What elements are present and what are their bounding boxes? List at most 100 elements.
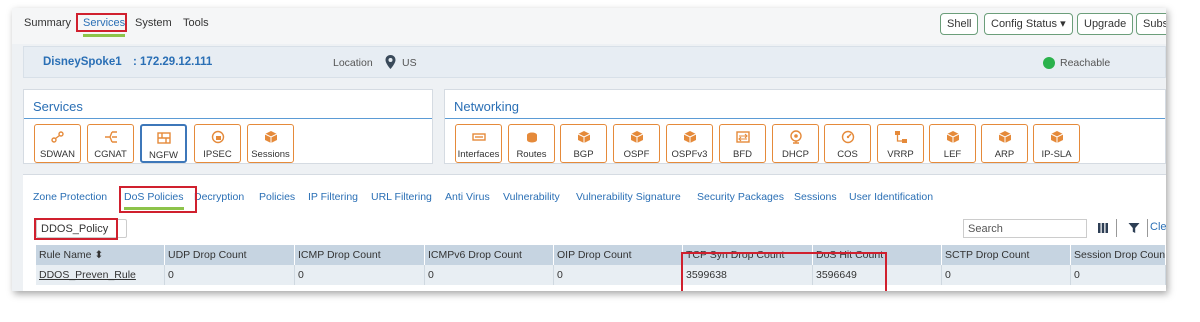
tile-label: SDWAN bbox=[39, 149, 75, 160]
cube-icon bbox=[264, 131, 277, 143]
rule-name-link[interactable]: DDOS_Preven_Rule bbox=[36, 265, 165, 285]
subtab-vulnerability-signature[interactable]: Vulnerability Signature bbox=[576, 191, 681, 203]
column-header-udp-drop-count[interactable]: UDP Drop Count bbox=[165, 245, 295, 265]
tile-label: OSPFv3 bbox=[671, 149, 708, 160]
tile-label: NGFW bbox=[148, 150, 179, 161]
search-input[interactable] bbox=[963, 219, 1087, 238]
router-icon bbox=[526, 132, 537, 143]
cube-icon bbox=[1050, 131, 1063, 143]
tile-lef[interactable]: LEF bbox=[929, 124, 976, 163]
column-header-oip-drop-count[interactable]: OIP Drop Count bbox=[554, 245, 683, 265]
subtab-user-identification[interactable]: User Identification bbox=[849, 191, 933, 203]
dhcp-icon bbox=[789, 130, 802, 144]
column-header-tcp-syn-drop-count[interactable]: TCP Syn Drop Count bbox=[683, 245, 813, 265]
panel-divider bbox=[24, 118, 432, 119]
cube-icon bbox=[998, 131, 1011, 143]
tile-label: BGP bbox=[573, 149, 594, 160]
cube-icon bbox=[946, 131, 959, 143]
subtab-sessions[interactable]: Sessions bbox=[794, 191, 837, 203]
subtab-dos-policies[interactable]: DoS Policies bbox=[124, 191, 184, 210]
tab-summary[interactable]: Summary bbox=[24, 17, 71, 29]
cube-icon bbox=[683, 131, 696, 143]
tile-label: ARP bbox=[994, 149, 1015, 160]
shell-button[interactable]: Shell bbox=[940, 13, 979, 35]
tile-cgnat[interactable]: CGNAT bbox=[87, 124, 134, 163]
status-text: Reachable bbox=[1060, 57, 1111, 69]
location-pin-icon bbox=[385, 55, 396, 69]
tile-ospfv3[interactable]: OSPFv3 bbox=[666, 124, 713, 163]
subs-button[interactable]: Subs bbox=[1136, 13, 1166, 35]
tile-ospf[interactable]: OSPF bbox=[613, 124, 660, 163]
tile-sdwan[interactable]: SDWAN bbox=[34, 124, 81, 163]
icmpv6-drop-count-cell: 0 bbox=[425, 265, 554, 285]
clear-filters-link[interactable]: Cle bbox=[1150, 221, 1166, 233]
vrrp-icon bbox=[894, 131, 907, 143]
tile-dhcp[interactable]: DHCP bbox=[772, 124, 819, 163]
tile-vrrp[interactable]: VRRP bbox=[877, 124, 924, 163]
tile-sessions[interactable]: Sessions bbox=[247, 124, 294, 163]
tile-label: Interfaces bbox=[457, 149, 500, 160]
filter-icon[interactable] bbox=[1128, 222, 1140, 234]
table-row: DDOS_Preven_Rule 0 0 0 0 3599638 3596649… bbox=[36, 265, 1166, 285]
subtab-zone-protection[interactable]: Zone Protection bbox=[33, 191, 107, 203]
tile-label: VRRP bbox=[887, 149, 914, 160]
tile-ngfw[interactable]: NGFW bbox=[140, 124, 187, 163]
tile-bgp[interactable]: BGP bbox=[560, 124, 607, 163]
config-status-button[interactable]: Config Status ▾ bbox=[984, 13, 1073, 35]
sdwan-icon bbox=[50, 131, 64, 143]
active-tab-underline bbox=[83, 34, 126, 37]
sctp-drop-count-cell: 0 bbox=[942, 265, 1071, 285]
column-header-sctp-drop-count[interactable]: SCTP Drop Count bbox=[942, 245, 1071, 265]
networking-panel-title: Networking bbox=[454, 99, 520, 114]
interfaces-icon bbox=[471, 133, 486, 141]
subtab-vulnerability[interactable]: Vulnerability bbox=[503, 191, 560, 203]
tile-label: LEF bbox=[943, 149, 962, 160]
subtab-policies[interactable]: Policies bbox=[259, 191, 295, 203]
toolbar-divider bbox=[1147, 219, 1148, 237]
tab-tools[interactable]: Tools bbox=[183, 17, 209, 29]
tile-ip-sla[interactable]: IP-SLA bbox=[1033, 124, 1080, 163]
subtab-anti-virus[interactable]: Anti Virus bbox=[445, 191, 490, 203]
tab-services-label: Services bbox=[83, 17, 126, 29]
cube-icon bbox=[577, 131, 590, 143]
subtab-url-filtering[interactable]: URL Filtering bbox=[371, 191, 432, 203]
cgnat-icon bbox=[104, 131, 117, 143]
tile-cos[interactable]: COS bbox=[824, 124, 871, 163]
subtab-ip-filtering[interactable]: IP Filtering bbox=[308, 191, 358, 203]
firewall-icon bbox=[156, 132, 171, 144]
tile-bfd[interactable]: BFD bbox=[719, 124, 766, 163]
tile-routes[interactable]: Routes bbox=[508, 124, 555, 163]
columns-icon[interactable] bbox=[1097, 222, 1109, 234]
column-header-dos-hit-count[interactable]: DoS Hit Count bbox=[813, 245, 942, 265]
location-value: US bbox=[402, 57, 417, 69]
tile-ipsec[interactable]: IPSEC bbox=[194, 124, 241, 163]
upgrade-button[interactable]: Upgrade bbox=[1077, 13, 1134, 35]
column-header-rule-name[interactable]: Rule Name ⬍ bbox=[36, 245, 165, 265]
udp-drop-count-cell: 0 bbox=[165, 265, 295, 285]
networking-panel: Networking Interfaces Routes BGP OSPF OS… bbox=[444, 89, 1166, 164]
app-window: Summary Services System Tools Shell Conf… bbox=[12, 8, 1166, 291]
subtab-security-packages[interactable]: Security Packages bbox=[697, 191, 784, 203]
subtab-decryption[interactable]: Decryption bbox=[194, 191, 244, 203]
table-header: Rule Name ⬍ UDP Drop Count ICMP Drop Cou… bbox=[36, 245, 1166, 265]
gauge-icon bbox=[841, 130, 854, 144]
policy-selector[interactable]: DDOS_Policy bbox=[36, 219, 127, 238]
tab-system[interactable]: System bbox=[135, 17, 172, 29]
active-subtab-underline bbox=[124, 207, 184, 210]
dos-hit-count-cell: 3596649 bbox=[813, 265, 942, 285]
tile-label: BFD bbox=[733, 149, 752, 160]
top-nav: Summary Services System Tools Shell Conf… bbox=[12, 8, 1166, 44]
tile-label: COS bbox=[837, 149, 858, 160]
tile-label: IPSEC bbox=[203, 149, 232, 160]
column-header-icmpv6-drop-count[interactable]: ICMPv6 Drop Count bbox=[425, 245, 554, 265]
column-header-session-drop-count[interactable]: Session Drop Count bbox=[1071, 245, 1166, 265]
session-drop-count-cell: 0 bbox=[1071, 265, 1166, 285]
tab-services[interactable]: Services bbox=[83, 17, 126, 37]
services-panel: Services SDWAN CGNAT NGFW IPSEC Sessions bbox=[23, 89, 433, 164]
device-name[interactable]: DisneySpoke1 bbox=[43, 56, 122, 68]
column-header-icmp-drop-count[interactable]: ICMP Drop Count bbox=[295, 245, 425, 265]
bfd-icon bbox=[735, 131, 750, 143]
tile-label: Routes bbox=[516, 149, 547, 160]
tile-interfaces[interactable]: Interfaces bbox=[455, 124, 502, 163]
tile-arp[interactable]: ARP bbox=[981, 124, 1028, 163]
